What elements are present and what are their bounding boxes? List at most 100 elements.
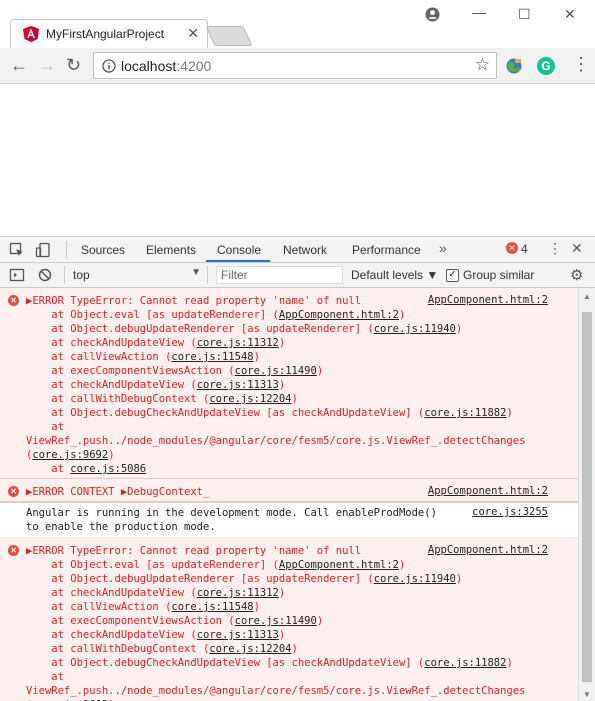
stack-trace-link[interactable]: core.js:11312 (197, 337, 279, 349)
console-messages: ✕ ▶ERROR TypeError: Cannot read property … (0, 288, 578, 701)
stack-trace-line: at checkAndUpdateView (core.js:11312) (26, 587, 286, 599)
clear-console-icon[interactable] (37, 267, 53, 283)
stack-trace-link[interactable]: core.js:11940 (374, 323, 456, 335)
tab-elements[interactable]: Elements (146, 243, 196, 257)
stack-trace-link[interactable]: core.js:12204 (209, 393, 291, 405)
devtools-tabbar: Sources Elements Console Network Perform… (0, 236, 595, 263)
error-count[interactable]: 4 (521, 242, 528, 256)
group-similar-label: Group similar (463, 268, 535, 282)
minimize-icon[interactable]: — (472, 4, 486, 20)
stack-trace-link[interactable]: core.js:9692 (32, 449, 108, 461)
stack-trace-line: at Object.debugCheckAndUpdateView [as ch… (26, 657, 513, 669)
stack-trace-link[interactable]: core.js:11490 (235, 365, 317, 377)
stack-trace-line: at callWithDebugContext (core.js:12204) (26, 393, 298, 405)
scrollbar-thumb[interactable] (582, 312, 592, 682)
more-tabs-icon[interactable]: » (439, 240, 447, 256)
grammarly-icon[interactable]: G (537, 57, 555, 75)
source-link[interactable]: AppComponent.html:2 (428, 485, 548, 497)
forward-icon[interactable]: → (38, 55, 56, 75)
stack-trace-line: to enable the production mode. (26, 521, 216, 533)
stack-trace-line: at callViewAction (core.js:11548) (26, 351, 260, 363)
info-icon[interactable] (102, 59, 116, 73)
scroll-down-icon[interactable]: ▼ (583, 690, 591, 699)
browser-tab[interactable]: MyFirstAngularProject ✕ (10, 19, 208, 48)
scroll-up-icon[interactable]: ▲ (583, 292, 591, 301)
console-toolbar: top ▼ Default levels ▼ ✓ Group similar ⚙ (0, 263, 595, 288)
stack-trace-link[interactable]: core.js:11312 (197, 587, 279, 599)
url-text: localhost:4200 (121, 58, 212, 74)
stack-trace-line: at callWithDebugContext (core.js:12204) (26, 643, 298, 655)
account-icon[interactable] (425, 7, 440, 22)
stack-trace-link[interactable]: core.js:11548 (171, 351, 253, 363)
maximize-icon[interactable]: ☐ (518, 6, 531, 23)
show-sidebar-icon[interactable] (9, 267, 25, 283)
toolbar-divider (66, 241, 67, 259)
stack-trace-line: at checkAndUpdateView (core.js:11312) (26, 337, 286, 349)
stack-trace-line: (core.js:9692) (26, 449, 115, 461)
error-count-icon[interactable]: ✕ (506, 242, 518, 254)
tab-sources[interactable]: Sources (81, 243, 125, 257)
stack-trace-link[interactable]: core.js:11940 (374, 573, 456, 585)
stack-trace-line: at (26, 671, 64, 683)
context-selector[interactable]: top ▼ (64, 266, 208, 284)
stack-trace-line: at (26, 421, 64, 433)
stack-trace-line: at core.js:5086 (26, 463, 147, 475)
console-settings-gear-icon[interactable]: ⚙ (570, 266, 583, 284)
extension-globe-icon[interactable] (505, 57, 523, 75)
browser-toolbar: ← → ↻ localhost:4200 ☆ G ⋮ (0, 48, 595, 84)
stack-trace-line: at Object.debugUpdateRenderer [as update… (26, 573, 463, 585)
stack-trace-line: ViewRef_.push../node_modules/@angular/co… (26, 435, 526, 447)
error-icon: ✕ (8, 486, 19, 497)
console-scrollbar[interactable]: ▲ ▼ (578, 288, 595, 701)
stack-trace-line: at callViewAction (core.js:11548) (26, 601, 260, 613)
stack-trace-link[interactable]: AppComponent.html:2 (279, 309, 399, 321)
stack-trace-line: at Object.debugUpdateRenderer [as update… (26, 323, 463, 335)
error-icon: ✕ (8, 545, 19, 556)
bookmark-star-icon[interactable]: ☆ (475, 55, 490, 75)
log-levels-dropdown[interactable]: Default levels ▼ (351, 268, 438, 282)
stack-trace-link[interactable]: core.js:11313 (197, 629, 279, 641)
stack-trace-link[interactable]: core.js:11882 (424, 657, 506, 669)
title-bar: MyFirstAngularProject ✕ — ☐ ✕ (0, 0, 595, 49)
stack-trace-line: at checkAndUpdateView (core.js:11313) (26, 379, 286, 391)
stack-trace-line: at execComponentViewsAction (core.js:114… (26, 615, 324, 627)
console-error-message[interactable]: ✕ ▶ERROR TypeError: Cannot read property … (0, 288, 578, 479)
stack-trace-link[interactable]: core.js:5086 (70, 463, 146, 475)
stack-trace-line: at Object.eval [as updateRenderer] (AppC… (26, 309, 406, 321)
stack-trace-link[interactable]: core.js:11882 (424, 407, 506, 419)
reload-icon[interactable]: ↻ (66, 55, 81, 75)
chrome-menu-icon[interactable]: ⋮ (572, 54, 590, 75)
devtools-menu-icon[interactable]: ⋮ (548, 240, 562, 257)
stack-trace-line: at Object.debugCheckAndUpdateView [as ch… (26, 407, 513, 419)
back-icon[interactable]: ← (10, 55, 28, 75)
console-error-message[interactable]: ✕ ▶ERROR TypeError: Cannot read property … (0, 538, 578, 701)
group-similar-checkbox[interactable]: ✓ (446, 269, 459, 282)
console-error-message[interactable]: ✕ ▶ERROR CONTEXT ▶DebugContext_ AppCompone… (0, 479, 578, 502)
stack-trace-link[interactable]: core.js:12204 (209, 643, 291, 655)
tab-close-icon[interactable]: ✕ (187, 25, 199, 42)
chevron-down-icon: ▼ (191, 267, 201, 278)
page-viewport (0, 84, 595, 236)
console-log-message[interactable]: Angular is running in the development mo… (0, 502, 578, 538)
tab-performance[interactable]: Performance (352, 243, 421, 257)
tab-network[interactable]: Network (283, 243, 327, 257)
device-toolbar-icon[interactable] (35, 242, 51, 258)
source-link[interactable]: AppComponent.html:2 (428, 544, 548, 556)
tab-console[interactable]: Console (217, 243, 261, 257)
stack-trace-link[interactable]: core.js:11548 (171, 601, 253, 613)
source-link[interactable]: core.js:3255 (472, 506, 548, 518)
error-icon: ✕ (8, 295, 19, 306)
stack-trace-line: ViewRef_.push../node_modules/@angular/co… (26, 685, 526, 697)
window-close-icon[interactable]: ✕ (564, 6, 576, 23)
stack-trace-line: at Object.eval [as updateRenderer] (AppC… (26, 559, 406, 571)
address-bar[interactable]: localhost:4200 ☆ (93, 52, 497, 79)
stack-trace-link[interactable]: core.js:11490 (235, 615, 317, 627)
new-tab-button[interactable] (205, 26, 253, 46)
filter-input[interactable] (216, 266, 343, 284)
inspect-element-icon[interactable] (9, 242, 25, 258)
stack-trace-link[interactable]: core.js:11313 (197, 379, 279, 391)
stack-trace-line: at checkAndUpdateView (core.js:11313) (26, 629, 286, 641)
source-link[interactable]: AppComponent.html:2 (428, 294, 548, 306)
devtools-close-icon[interactable]: ✕ (571, 240, 583, 257)
stack-trace-link[interactable]: AppComponent.html:2 (279, 559, 399, 571)
